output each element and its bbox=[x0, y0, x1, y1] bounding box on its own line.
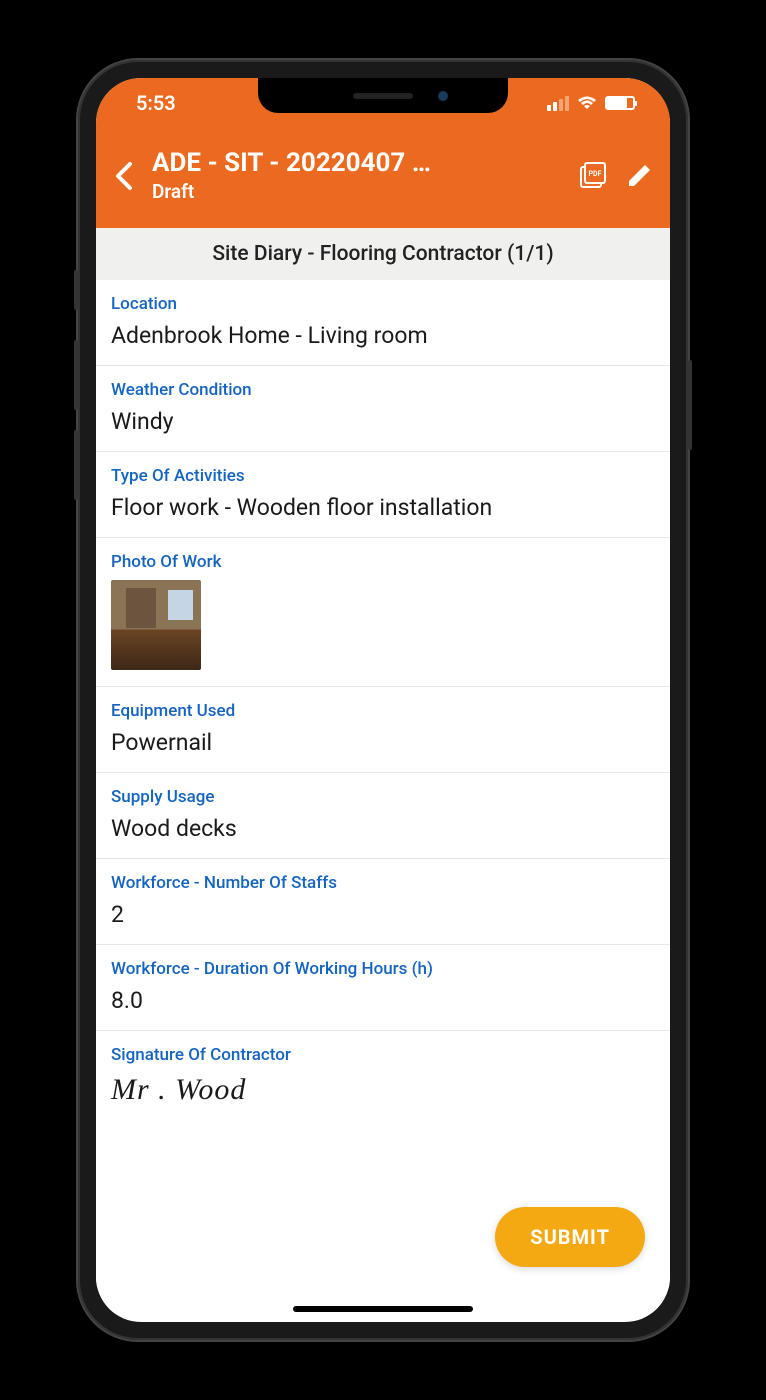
supply-label: Supply Usage bbox=[111, 787, 655, 807]
activities-field[interactable]: Type Of Activities Floor work - Wooden f… bbox=[96, 452, 670, 538]
volume-down-button bbox=[74, 430, 78, 500]
phone-screen: 5:53 ADE - SIT - 20220407 … Draft PDF bbox=[96, 78, 670, 1322]
weather-field[interactable]: Weather Condition Windy bbox=[96, 366, 670, 452]
edit-pencil-icon[interactable] bbox=[626, 163, 652, 189]
photo-thumbnail[interactable] bbox=[111, 580, 201, 670]
activities-label: Type Of Activities bbox=[111, 466, 655, 486]
section-header: Site Diary - Flooring Contractor (1/1) bbox=[96, 228, 670, 280]
staffs-label: Workforce - Number Of Staffs bbox=[111, 873, 655, 893]
power-button bbox=[688, 360, 692, 450]
signature-label: Signature Of Contractor bbox=[111, 1045, 655, 1065]
location-value: Adenbrook Home - Living room bbox=[111, 322, 655, 349]
status-icons bbox=[547, 96, 635, 111]
notch bbox=[258, 78, 508, 113]
photo-field[interactable]: Photo Of Work bbox=[96, 538, 670, 687]
pdf-icon[interactable]: PDF bbox=[578, 161, 608, 191]
status-time: 5:53 bbox=[136, 91, 176, 115]
signature-field[interactable]: Signature Of Contractor Mr . Wood bbox=[96, 1031, 670, 1123]
weather-value: Windy bbox=[111, 408, 655, 435]
battery-icon bbox=[605, 96, 635, 110]
weather-label: Weather Condition bbox=[111, 380, 655, 400]
draft-status: Draft bbox=[152, 180, 560, 203]
activities-value: Floor work - Wooden floor installation bbox=[111, 494, 655, 521]
header-title-block: ADE - SIT - 20220407 … Draft bbox=[152, 148, 560, 203]
app-header: ADE - SIT - 20220407 … Draft PDF bbox=[96, 128, 670, 228]
equipment-value: Powernail bbox=[111, 729, 655, 756]
back-arrow-icon[interactable] bbox=[114, 160, 134, 192]
location-field[interactable]: Location Adenbrook Home - Living room bbox=[96, 280, 670, 366]
staffs-value: 2 bbox=[111, 901, 655, 928]
page-title: ADE - SIT - 20220407 … bbox=[152, 148, 560, 178]
speaker bbox=[353, 93, 413, 99]
supply-field[interactable]: Supply Usage Wood decks bbox=[96, 773, 670, 859]
signature-value: Mr . Wood bbox=[111, 1073, 655, 1107]
wifi-icon bbox=[577, 96, 597, 111]
hours-value: 8.0 bbox=[111, 987, 655, 1014]
mute-switch bbox=[74, 270, 78, 310]
equipment-field[interactable]: Equipment Used Powernail bbox=[96, 687, 670, 773]
photo-label: Photo Of Work bbox=[111, 552, 655, 572]
submit-button[interactable]: SUBMIT bbox=[495, 1207, 645, 1267]
volume-up-button bbox=[74, 340, 78, 410]
front-camera bbox=[438, 91, 448, 101]
equipment-label: Equipment Used bbox=[111, 701, 655, 721]
staffs-field[interactable]: Workforce - Number Of Staffs 2 bbox=[96, 859, 670, 945]
location-label: Location bbox=[111, 294, 655, 314]
hours-field[interactable]: Workforce - Duration Of Working Hours (h… bbox=[96, 945, 670, 1031]
supply-value: Wood decks bbox=[111, 815, 655, 842]
svg-text:PDF: PDF bbox=[589, 170, 602, 178]
home-indicator[interactable] bbox=[293, 1306, 473, 1312]
cellular-signal-icon bbox=[547, 96, 569, 111]
form-content[interactable]: Location Adenbrook Home - Living room We… bbox=[96, 280, 670, 1289]
phone-mockup-frame: 5:53 ADE - SIT - 20220407 … Draft PDF bbox=[78, 60, 688, 1340]
hours-label: Workforce - Duration Of Working Hours (h… bbox=[111, 959, 655, 979]
